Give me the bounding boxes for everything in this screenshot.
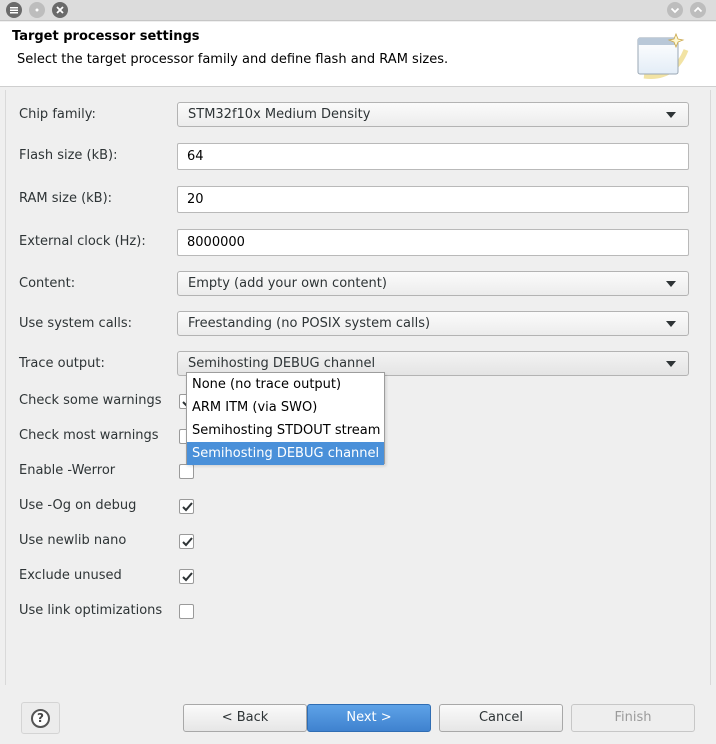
check-some-warnings-label: Check some warnings (19, 393, 162, 408)
chip-family-select[interactable]: STM32f10x Medium Density (177, 102, 689, 127)
check-most-warnings-label: Check most warnings (19, 428, 159, 443)
checkmark-icon (182, 502, 193, 512)
window-titlebar (0, 0, 716, 21)
use-newlib-nano-label: Use newlib nano (19, 533, 127, 548)
wizard-header: Target processor settings Select the tar… (0, 22, 716, 87)
external-clock-label: External clock (Hz): (19, 234, 146, 249)
use-og-on-debug-checkbox[interactable] (179, 499, 194, 514)
exclude-unused-label: Exclude unused (19, 568, 122, 583)
chevron-down-icon[interactable] (667, 2, 683, 18)
dropdown-option[interactable]: ARM ITM (via SWO) (187, 396, 384, 419)
back-button[interactable]: < Back (183, 704, 307, 732)
flash-size-input[interactable]: 64 (177, 143, 689, 170)
dropdown-option[interactable]: Semihosting STDOUT stream (187, 419, 384, 442)
use-link-optimizations-checkbox[interactable] (179, 604, 194, 619)
window-menu-icon[interactable] (6, 2, 22, 18)
enable-werror-label: Enable -Werror (19, 463, 116, 478)
ram-size-input[interactable]: 20 (177, 186, 689, 213)
use-link-optimizations-label: Use link optimizations (19, 603, 163, 618)
external-clock-input[interactable]: 8000000 (177, 229, 689, 256)
help-icon: ? (31, 709, 50, 728)
exclude-unused-checkbox[interactable] (179, 569, 194, 584)
trace-output-value: Semihosting DEBUG channel (188, 356, 376, 371)
dropdown-arrow-icon (666, 112, 676, 118)
finish-button[interactable]: Finish (571, 704, 695, 732)
use-og-on-debug-label: Use -Og on debug (19, 498, 137, 513)
ram-size-label: RAM size (kB): (19, 191, 113, 206)
trace-output-label: Trace output: (19, 356, 105, 371)
window-close-small-icon[interactable] (52, 2, 68, 18)
chip-family-value: STM32f10x Medium Density (188, 107, 371, 122)
enable-werror-checkbox[interactable] (179, 464, 194, 479)
page-description: Select the target processor family and d… (17, 52, 449, 67)
window-minimize-icon[interactable] (29, 2, 45, 18)
page-title: Target processor settings (12, 29, 200, 44)
next-button[interactable]: Next > (307, 704, 431, 732)
help-button[interactable]: ? (21, 702, 60, 734)
system-calls-value: Freestanding (no POSIX system calls) (188, 316, 431, 331)
trace-output-dropdown-list: None (no trace output) ARM ITM (via SWO)… (186, 372, 385, 465)
checkmark-icon (182, 537, 193, 547)
dropdown-option[interactable]: None (no trace output) (187, 373, 384, 396)
dropdown-option[interactable]: Semihosting DEBUG channel (187, 442, 384, 465)
chip-family-label: Chip family: (19, 107, 96, 122)
wizard-banner-icon (637, 32, 689, 79)
system-calls-label: Use system calls: (19, 316, 133, 331)
flash-size-label: Flash size (kB): (19, 148, 118, 163)
dropdown-arrow-icon (666, 281, 676, 287)
content-label: Content: (19, 276, 76, 291)
dropdown-arrow-icon (666, 321, 676, 327)
content-select[interactable]: Empty (add your own content) (177, 271, 689, 296)
chevron-up-icon[interactable] (690, 2, 706, 18)
content-value: Empty (add your own content) (188, 276, 387, 291)
wizard-footer: ? < Back Next > Cancel Finish (0, 686, 716, 744)
cancel-button[interactable]: Cancel (439, 704, 563, 732)
system-calls-select[interactable]: Freestanding (no POSIX system calls) (177, 311, 689, 336)
use-newlib-nano-checkbox[interactable] (179, 534, 194, 549)
checkmark-icon (182, 572, 193, 582)
dropdown-arrow-icon (666, 361, 676, 367)
